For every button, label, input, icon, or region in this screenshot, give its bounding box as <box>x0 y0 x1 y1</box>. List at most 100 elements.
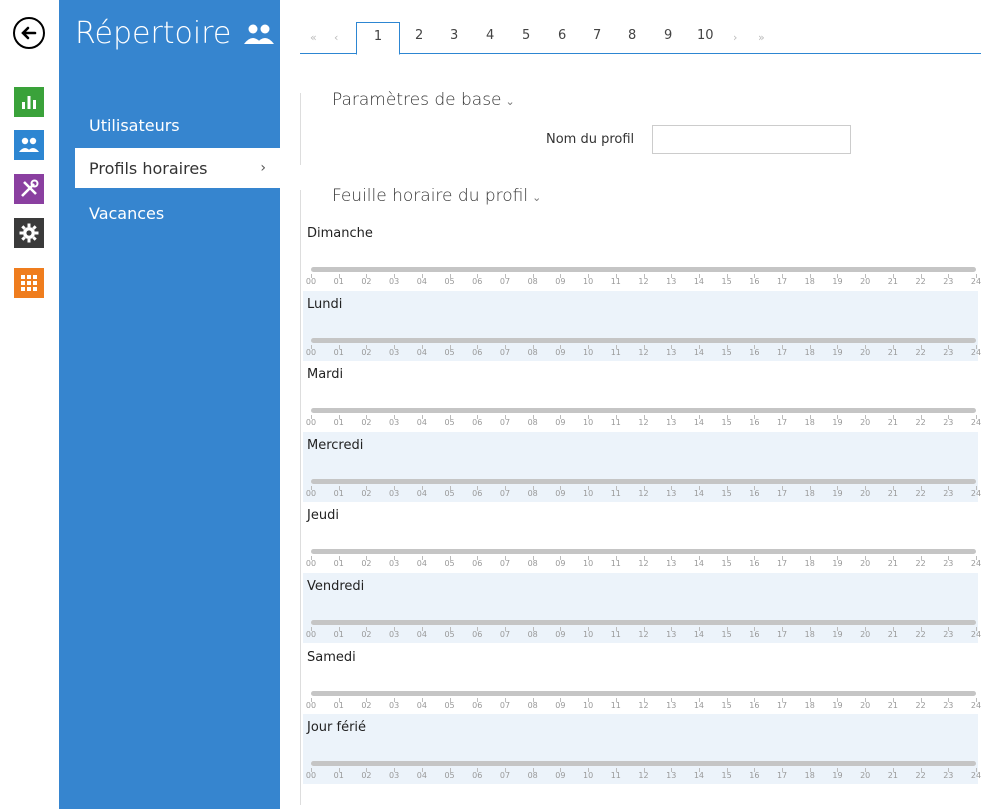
hour-label: 17 <box>776 771 788 781</box>
hour-label: 16 <box>749 700 760 710</box>
nav-item-label: Utilisateurs <box>89 115 180 135</box>
nav-item-users[interactable]: Utilisateurs <box>75 105 280 145</box>
hour-label: 22 <box>915 488 926 498</box>
hour-label: 15 <box>721 418 732 428</box>
hour-label: 16 <box>749 418 760 428</box>
services-icon[interactable] <box>14 268 44 298</box>
nav-item-label: Vacances <box>89 203 165 223</box>
hour-label: 13 <box>666 488 677 498</box>
app-icon-rail <box>0 0 50 809</box>
hour-label: 08 <box>527 630 538 639</box>
hour-label: 08 <box>527 771 538 781</box>
hour-label: 02 <box>361 771 372 781</box>
tab-2[interactable]: 2 <box>415 28 423 43</box>
directory-nav-panel: Répertoire Utilisateurs Profils horaires… <box>59 0 280 809</box>
hour-label: 09 <box>555 559 566 569</box>
profile-tabs: « ‹ 1 2 3 4 5 6 7 8 9 10 › » <box>300 22 981 55</box>
tab-prev[interactable]: ‹ <box>334 31 338 44</box>
tab-1[interactable]: 1 <box>356 22 400 55</box>
day-row: Dimanche 00 01 02 03 04 05 06 07 08 09 10 11 12 13 14 15… <box>303 220 981 290</box>
hour-label: 12 <box>638 700 649 710</box>
hour-label: 12 <box>638 630 649 639</box>
hour-label: 21 <box>887 700 898 710</box>
hour-label: 12 <box>638 347 649 357</box>
fieldset-border <box>300 93 301 165</box>
profile-name-label: Nom du profil <box>546 132 635 147</box>
hour-label: 01 <box>333 277 344 286</box>
timeline-bar[interactable] <box>311 408 976 414</box>
tab-9[interactable]: 9 <box>664 28 672 43</box>
nav-item-holidays[interactable]: Vacances <box>75 193 280 233</box>
hour-label: 12 <box>638 559 649 569</box>
tab-10[interactable]: 10 <box>697 28 714 43</box>
hardware-icon[interactable] <box>14 174 44 204</box>
tab-6[interactable]: 6 <box>558 28 566 43</box>
hour-label: 10 <box>582 277 594 286</box>
hour-label: 08 <box>527 347 538 357</box>
hour-label: 01 <box>333 700 344 710</box>
hour-label: 11 <box>610 418 621 428</box>
hour-label: 24 <box>970 277 981 286</box>
hour-label: 09 <box>555 347 566 357</box>
timeline-bar[interactable] <box>311 267 976 272</box>
basic-params-header[interactable]: Paramètres de base ⌄ <box>332 90 515 110</box>
hour-label: 04 <box>416 347 427 357</box>
hour-label: 06 <box>472 418 483 428</box>
hour-label: 05 <box>444 488 455 498</box>
timeline-bar[interactable] <box>311 761 976 767</box>
hour-label: 10 <box>582 418 594 428</box>
system-icon[interactable] <box>14 218 44 248</box>
tab-7[interactable]: 7 <box>593 28 601 43</box>
hour-label: 06 <box>472 700 483 710</box>
timeline-bar[interactable] <box>311 337 976 343</box>
tab-8[interactable]: 8 <box>628 28 636 43</box>
hour-label: 20 <box>860 630 871 639</box>
schedule-header[interactable]: Feuille horaire du profil ⌄ <box>332 186 541 206</box>
hour-label: 21 <box>887 277 898 286</box>
timeline-bar[interactable] <box>311 549 976 555</box>
users-icon <box>244 24 275 44</box>
back-button[interactable] <box>13 17 45 49</box>
tab-5[interactable]: 5 <box>522 28 530 43</box>
tab-next[interactable]: › <box>733 31 737 44</box>
hour-label: 13 <box>666 700 677 710</box>
hour-label: 16 <box>749 277 760 286</box>
hour-label: 07 <box>499 700 511 710</box>
hour-label: 11 <box>610 630 621 639</box>
directory-icon[interactable] <box>14 130 44 160</box>
hour-label: 24 <box>970 488 981 498</box>
hour-label: 22 <box>915 559 926 569</box>
hour-label: 20 <box>860 347 871 357</box>
hour-label: 01 <box>333 347 344 357</box>
hour-label: 14 <box>693 277 704 286</box>
tab-3[interactable]: 3 <box>450 28 458 43</box>
timeline-bar[interactable] <box>311 620 976 625</box>
hour-label: 10 <box>582 630 594 639</box>
timeline-bar[interactable] <box>311 478 976 484</box>
hour-label: 15 <box>721 277 732 286</box>
hour-scale: 00 01 02 03 04 05 06 07 08 09 10 11 12 13 14 15 16 17 18 19… <box>306 627 981 642</box>
hour-label: 22 <box>915 771 926 781</box>
hour-label: 01 <box>333 418 344 428</box>
hour-label: 21 <box>887 771 898 781</box>
profile-name-input[interactable] <box>652 125 851 154</box>
hour-label: 13 <box>666 418 677 428</box>
hour-label: 01 <box>333 771 344 781</box>
tab-first[interactable]: « <box>310 31 317 44</box>
hour-label: 15 <box>721 488 732 498</box>
tab-4[interactable]: 4 <box>486 28 494 43</box>
hour-label: 08 <box>527 488 538 498</box>
hour-label: 11 <box>610 347 621 357</box>
tab-last[interactable]: » <box>758 31 765 44</box>
hour-label: 03 <box>389 347 400 357</box>
hour-label: 00 <box>305 771 317 781</box>
hour-label: 02 <box>361 488 372 498</box>
hour-label: 11 <box>610 488 621 498</box>
nav-item-time-profiles[interactable]: Profils horaires › <box>75 148 280 188</box>
nav-title-text: Répertoire <box>75 16 232 51</box>
hour-label: 02 <box>361 277 372 286</box>
hour-label: 07 <box>499 559 511 569</box>
timeline-bar[interactable] <box>311 690 976 696</box>
status-icon[interactable] <box>14 87 44 117</box>
hour-label: 10 <box>582 559 594 569</box>
